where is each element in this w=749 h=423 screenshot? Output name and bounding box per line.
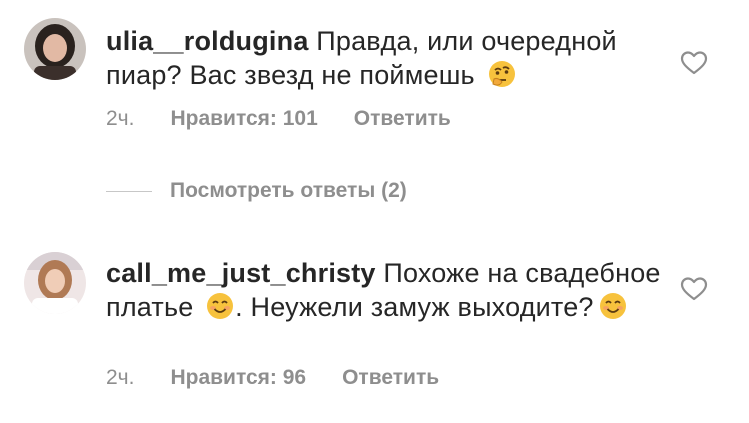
comment-text: call_me_just_christy Похоже на свадебное… xyxy=(106,256,666,324)
comment-text: ulia__roldugina Правда, или очередной пи… xyxy=(106,24,666,92)
like-heart-icon[interactable] xyxy=(680,276,708,302)
like-heart-icon[interactable] xyxy=(680,50,708,76)
reply-button[interactable]: Ответить xyxy=(342,366,439,389)
comment-meta: 2ч. Нравится: 101 Ответить xyxy=(106,107,451,131)
replies-divider xyxy=(106,190,152,192)
username-link[interactable]: call_me_just_christy xyxy=(106,258,376,288)
username-link[interactable]: ulia__roldugina xyxy=(106,26,309,56)
comment-meta: 2ч. Нравится: 96 Ответить xyxy=(106,366,439,390)
smiling-face-emoji-icon xyxy=(207,293,234,319)
timestamp: 2ч. xyxy=(106,107,135,130)
timestamp: 2ч. xyxy=(106,366,135,389)
avatar[interactable] xyxy=(24,18,86,80)
comment-message-part2: . Неужели замуж выходите? xyxy=(235,292,594,322)
avatar[interactable] xyxy=(24,252,86,314)
view-replies-label: Посмотреть ответы (2) xyxy=(170,179,407,202)
likes-count-link[interactable]: Нравится: 101 xyxy=(170,107,317,130)
view-replies-button[interactable]: Посмотреть ответы (2) xyxy=(106,178,407,204)
smiling-face-emoji-icon xyxy=(599,293,626,319)
reply-button[interactable]: Ответить xyxy=(354,107,451,130)
likes-count-link[interactable]: Нравится: 96 xyxy=(170,366,306,389)
thinking-face-emoji-icon xyxy=(488,61,515,87)
